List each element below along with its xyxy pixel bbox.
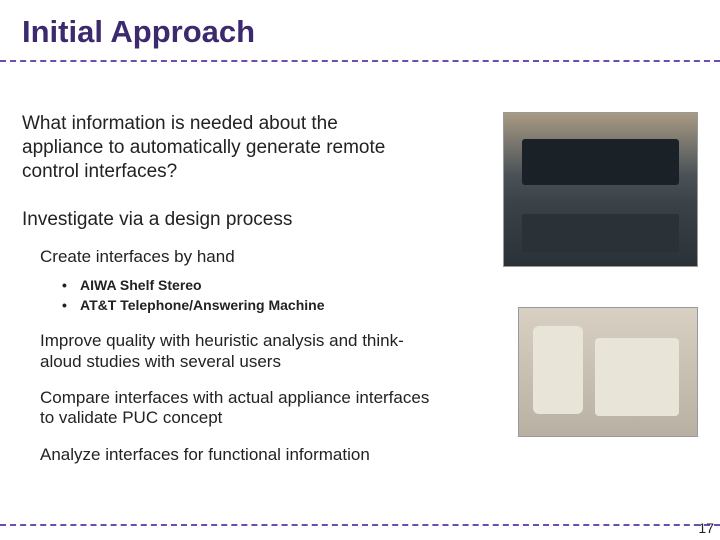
image-column bbox=[498, 112, 698, 472]
body-analyze: Analyze interfaces for functional inform… bbox=[40, 445, 440, 465]
stereo-photo bbox=[503, 112, 698, 267]
bullet-stereo: AIWA Shelf Stereo bbox=[62, 275, 488, 295]
content-area: What information is needed about the app… bbox=[22, 112, 698, 472]
divider-bottom bbox=[0, 524, 720, 526]
lead-question: What information is needed about the app… bbox=[22, 112, 392, 183]
slide-title: Initial Approach bbox=[22, 14, 698, 50]
slide: Initial Approach What information is nee… bbox=[0, 0, 720, 540]
body-create: Create interfaces by hand bbox=[40, 247, 440, 267]
text-column: What information is needed about the app… bbox=[22, 112, 498, 472]
divider-top bbox=[0, 60, 720, 62]
bullet-phone: AT&T Telephone/Answering Machine bbox=[62, 295, 488, 315]
phone-photo bbox=[518, 307, 698, 437]
bullet-list: AIWA Shelf Stereo AT&T Telephone/Answeri… bbox=[62, 275, 488, 316]
page-number: 17 bbox=[698, 520, 714, 536]
body-compare: Compare interfaces with actual appliance… bbox=[40, 388, 440, 429]
body-improve: Improve quality with heuristic analysis … bbox=[40, 331, 440, 372]
subheading: Investigate via a design process bbox=[22, 209, 488, 231]
